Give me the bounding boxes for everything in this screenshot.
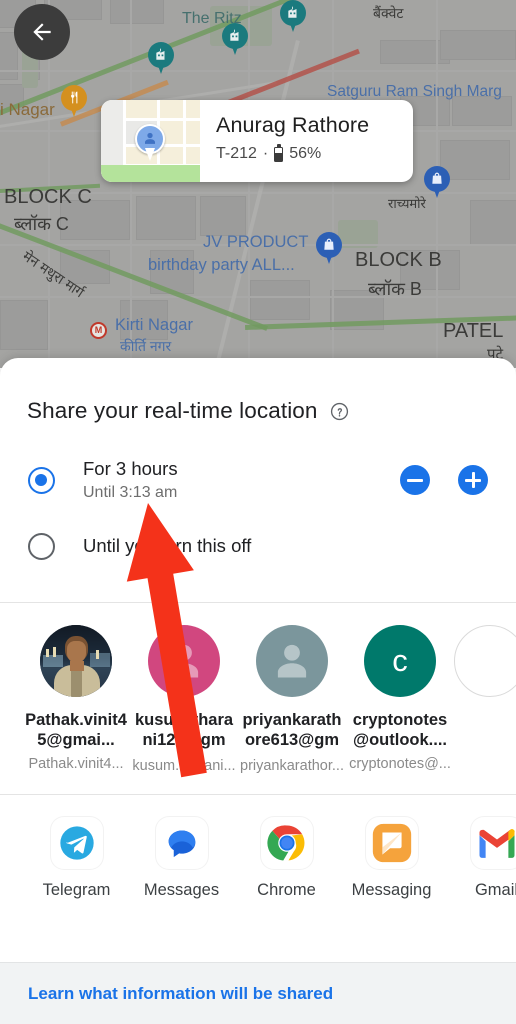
back-arrow-icon [33,23,51,41]
duration-option-until-off[interactable]: Until you turn this off [0,526,516,566]
contact-sub: kusum.tharani... [132,758,236,774]
app-item[interactable]: Gmail [444,817,516,900]
person-card-subtitle: T-212 · 56% [216,144,413,163]
chrome-icon [260,817,313,869]
hotel-pin-icon[interactable] [222,23,248,57]
person-location-pin-icon [135,124,165,162]
contacts-row[interactable]: Pathak.vinit45@gmai... Pathak.vinit4... ku… [0,603,516,774]
contact-name: Pathak.vinit45@gmai... [25,711,127,749]
contact-name: priyankarathore613@gma... [242,711,342,752]
avatar [256,625,328,697]
mini-map-thumbnail [101,100,200,182]
option-labels: For 3 hours Until 3:13 am [83,458,178,502]
shop-pin-icon[interactable] [424,166,450,200]
learn-more-link[interactable]: Learn what information will be shared [28,984,333,1004]
app-item[interactable]: Telegram [24,817,129,900]
contact-item-partial[interactable] [454,625,516,774]
location-sharing-screen: M The Ritz बैंक्वेट Satguru Ram Singh Marg… [0,0,516,1024]
contact-sub: cryptonotes@... [349,756,451,772]
separator-dot: · [262,145,269,162]
contact-item[interactable]: Pathak.vinit45@gmai... Pathak.vinit4... [22,625,130,774]
option-sublabel-until-time: Until 3:13 am [83,484,178,501]
apps-row[interactable]: Telegram Messages Chrome Messaging Gmail [0,795,516,900]
contact-item[interactable]: priyankarathore613@gma... priyankarathor.… [238,625,346,774]
battery-icon [274,144,284,162]
person-name: Anurag Rathore [216,113,370,137]
hotel-pin-icon[interactable] [280,0,306,34]
messages-icon [155,817,208,869]
avatar: c [364,625,436,697]
contact-name: cryptonotes@outlook.... [352,711,448,749]
avatar [454,625,516,697]
telegram-icon [50,817,103,869]
back-button[interactable] [14,4,70,60]
option-label-until-off: Until you turn this off [83,535,252,556]
app-label: Messages [143,881,220,899]
app-label: Messaging [351,881,432,899]
option-label-3-hours: For 3 hours [83,458,178,479]
app-item[interactable]: Chrome [234,817,339,900]
page-title: Share your real-time location [27,398,318,423]
person-card-text: Anurag Rathore T-212 · 56% [200,100,413,182]
sheet-header: Share your real-time location [0,358,516,424]
duration-option-3-hours[interactable]: For 3 hours Until 3:13 am [0,456,516,504]
contact-sub: priyankarathor... [240,758,344,774]
radio-for-3-hours[interactable] [28,466,55,494]
avatar [40,625,112,697]
messaging-icon [365,817,418,869]
footer-bar: Learn what information will be shared [0,962,516,1024]
map-canvas[interactable]: M The Ritz बैंक्वेट Satguru Ram Singh Marg… [0,0,516,368]
battery-percent: 56% [289,145,322,162]
decrease-duration-button[interactable] [400,465,430,495]
metro-station-icon: M [90,322,107,339]
hotel-pin-icon[interactable] [148,42,174,76]
contact-sub: Pathak.vinit4... [28,756,124,772]
contact-item[interactable]: c cryptonotes@outlook.... cryptonotes@... [346,625,454,774]
app-label: Telegram [42,881,111,899]
shop-pin-icon[interactable] [316,232,342,266]
avatar-initial: c [392,643,408,678]
avatar [148,625,220,697]
app-item[interactable]: Messaging [339,817,444,900]
gmail-icon [470,817,516,869]
contact-name: kusum.tharani123@gma... [134,711,234,752]
app-item[interactable]: Messages [129,817,234,900]
increase-duration-button[interactable] [458,465,488,495]
app-label: Gmail [474,881,516,899]
option-labels: Until you turn this off [83,535,251,557]
duration-steppers [400,465,488,495]
contact-item[interactable]: kusum.tharani123@gma... kusum.tharani... [130,625,238,774]
share-bottom-sheet: Share your real-time location For 3 hour… [0,358,516,1024]
app-label: Chrome [257,881,316,899]
help-circle-icon[interactable] [330,402,349,421]
radio-until-turn-off[interactable] [28,532,55,560]
device-label: T-212 [216,145,257,162]
person-info-card[interactable]: Anurag Rathore T-212 · 56% [101,100,413,182]
restaurant-pin-icon[interactable] [61,85,87,119]
